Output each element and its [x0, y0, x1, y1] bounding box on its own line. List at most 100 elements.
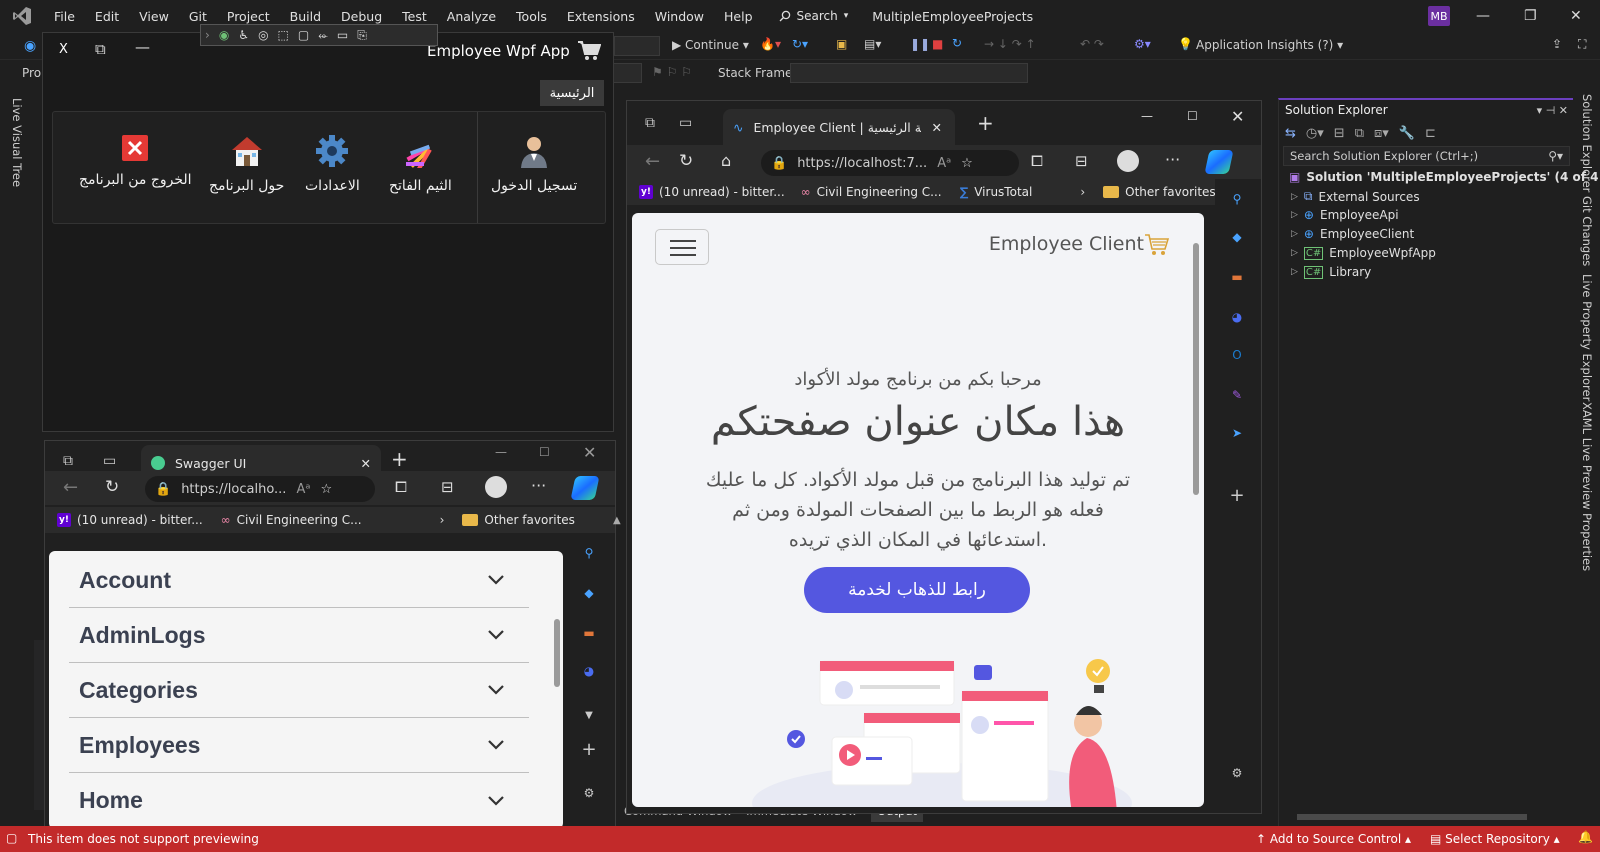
wpf-maximize-icon[interactable]: ⧉: [95, 40, 106, 58]
page-scrollbar[interactable]: [1192, 235, 1200, 805]
filter-icon[interactable]: ⧈▾: [1374, 126, 1389, 141]
favorite-item[interactable]: y! (10 unread) - bitter...: [639, 185, 785, 199]
favorite-item[interactable]: ∞ Civil Engineering C...: [221, 513, 362, 527]
tree-item-external-sources[interactable]: ▷ ⧉ External Sources: [1291, 189, 1420, 204]
workspaces-icon[interactable]: ⧉: [645, 115, 655, 131]
other-favorites[interactable]: Other favorites: [462, 513, 575, 527]
tag-icon[interactable]: ◆: [1227, 227, 1247, 247]
favorite-item[interactable]: ∞ Civil Engineering C...: [801, 185, 942, 199]
expand-chevron-icon[interactable]: ▷: [1291, 267, 1298, 277]
chevron-down-icon[interactable]: ▼: [579, 705, 599, 725]
home-icon[interactable]: ⌂: [721, 151, 731, 170]
settings-gear-icon[interactable]: ⚙: [579, 783, 599, 803]
tab-properties[interactable]: Properties: [1580, 513, 1594, 571]
tag-icon[interactable]: ◆: [579, 583, 599, 603]
light-theme-button[interactable]: الثيم الفاتح: [389, 134, 452, 194]
url-field[interactable]: 🔒 https://localho... Aᵃ ☆: [145, 476, 375, 502]
page-scrollbar[interactable]: [553, 555, 561, 825]
url-field[interactable]: 🔒 https://localhost:7... Aᵃ ☆: [761, 150, 1019, 176]
menu-help[interactable]: Help: [714, 9, 763, 24]
minimize-icon[interactable]: —: [1476, 8, 1490, 24]
settings-button[interactable]: الاعدادات: [305, 134, 360, 194]
hot-reload-icon[interactable]: 🔥▾: [760, 37, 781, 51]
app-insights-button[interactable]: Application Insights (?) ▾: [1196, 38, 1343, 52]
swagger-section-adminlogs[interactable]: AdminLogs: [69, 608, 529, 663]
stack-frame-dropdown[interactable]: [790, 63, 1028, 83]
new-tab-icon[interactable]: +: [391, 447, 408, 471]
scroll-preview-icon[interactable]: ⎘: [357, 28, 367, 43]
restart-icon[interactable]: ↻: [952, 36, 962, 50]
outlook-icon[interactable]: O: [1227, 345, 1247, 365]
tab-actions-icon[interactable]: ▭: [679, 115, 692, 131]
add-to-source-control-button[interactable]: ↑ Add to Source Control ▴: [1256, 832, 1411, 846]
share-icon[interactable]: ⇪: [1552, 37, 1562, 51]
show-all-files-icon[interactable]: ⧉: [1355, 126, 1364, 141]
menu-build[interactable]: Build: [280, 9, 331, 24]
split-screen-icon[interactable]: ⊟: [441, 478, 454, 496]
star-icon[interactable]: ☆: [961, 156, 973, 171]
solution-node[interactable]: ▣ Solution 'MultipleEmployeeProjects' (4…: [1289, 170, 1600, 184]
tab-xaml-live-preview[interactable]: XAML Live Preview: [1580, 402, 1594, 510]
back-nav-icon[interactable]: ◉: [24, 38, 36, 54]
new-tab-icon[interactable]: +: [977, 111, 994, 135]
wpf-close-button[interactable]: X: [59, 42, 68, 57]
expand-chevron-icon[interactable]: ▷: [1291, 192, 1298, 202]
preview-selection-icon[interactable]: ⬰: [318, 28, 328, 43]
feedback-icon[interactable]: ⛶: [1578, 37, 1586, 52]
tab-git-changes[interactable]: Git Changes: [1580, 196, 1594, 266]
menu-debug[interactable]: Debug: [331, 9, 392, 24]
collapse-all-icon[interactable]: ⊟: [1334, 126, 1345, 141]
tab-live-visual-tree[interactable]: Live Visual Tree: [10, 98, 24, 187]
vs-search-button[interactable]: Search ▾: [771, 9, 857, 23]
folder-icon[interactable]: ▣: [836, 37, 847, 51]
about-button[interactable]: حول البرنامج: [209, 134, 284, 194]
extensions-icon[interactable]: ⧠: [395, 478, 407, 496]
close-icon[interactable]: ✕: [1231, 107, 1244, 126]
favorite-item[interactable]: y! (10 unread) - bitter...: [57, 513, 203, 527]
tab-live-property-explorer[interactable]: Live Property Explorer: [1580, 274, 1594, 401]
diagnostics-icon[interactable]: ⚙▾: [1134, 37, 1151, 51]
tree-item-employeewpfapp[interactable]: ▷ C# EmployeeWpfApp: [1291, 246, 1436, 260]
menu-tools[interactable]: Tools: [506, 9, 557, 24]
refresh-icon[interactable]: ↻: [679, 151, 693, 171]
menu-edit[interactable]: Edit: [85, 9, 129, 24]
close-icon[interactable]: ✕: [1570, 8, 1582, 24]
add-sidebar-icon[interactable]: +: [579, 739, 599, 760]
select-element-icon[interactable]: ⬚: [278, 28, 289, 42]
menu-view[interactable]: View: [129, 9, 179, 24]
workspaces-icon[interactable]: ⧉: [63, 453, 73, 469]
extensions-icon[interactable]: ⧠: [1031, 152, 1043, 170]
expand-chevron-icon[interactable]: ›: [205, 28, 210, 42]
wpf-minimize-icon[interactable]: —: [135, 38, 150, 56]
horizontal-scrollbar[interactable]: [1283, 812, 1570, 822]
chevron-right-icon[interactable]: ›: [440, 513, 445, 527]
menu-extensions[interactable]: Extensions: [557, 9, 645, 24]
swagger-section-categories[interactable]: Categories: [69, 663, 529, 718]
expand-chevron-icon[interactable]: ▷: [1291, 229, 1298, 239]
close-icon[interactable]: ✕: [583, 443, 596, 462]
navbar-brand[interactable]: Employee Client: [989, 233, 1144, 255]
swagger-section-account[interactable]: Account: [69, 553, 529, 608]
restore-icon[interactable]: ❐: [1524, 8, 1537, 24]
select-repository-button[interactable]: ▤ Select Repository ▴: [1430, 832, 1560, 846]
settings-gear-icon[interactable]: ⚙: [1227, 763, 1247, 783]
layout-adorners-icon[interactable]: ▢: [298, 28, 309, 42]
close-tab-icon[interactable]: ✕: [931, 120, 941, 135]
tree-item-library[interactable]: ▷ C# Library: [1291, 265, 1371, 279]
sync-icon[interactable]: ⇆: [1285, 126, 1296, 141]
accessibility-icon[interactable]: ♿: [238, 28, 249, 42]
history-icon[interactable]: ◷▾: [1306, 126, 1324, 141]
hot-reload-status-icon[interactable]: ◉: [219, 28, 229, 42]
other-favorites[interactable]: Other favorites: [1103, 185, 1216, 199]
tree-item-employeeapi[interactable]: ▷ ⊕ EmployeeApi: [1291, 208, 1399, 222]
preview-icon[interactable]: ⊏: [1425, 126, 1436, 141]
menu-git[interactable]: Git: [179, 9, 217, 24]
refresh-icon[interactable]: ↻▾: [792, 37, 808, 51]
more-menu-icon[interactable]: ···: [531, 476, 546, 495]
service-link-button[interactable]: رابط للذهاب لخدمة: [804, 567, 1030, 613]
config-dropdown[interactable]: [614, 36, 660, 56]
solution-search-box[interactable]: Search Solution Explorer (Ctrl+;) ⚲▾: [1283, 146, 1570, 166]
star-icon[interactable]: ☆: [320, 482, 332, 497]
menu-analyze[interactable]: Analyze: [437, 9, 506, 24]
layout-icon[interactable]: ▤▾: [864, 37, 881, 51]
